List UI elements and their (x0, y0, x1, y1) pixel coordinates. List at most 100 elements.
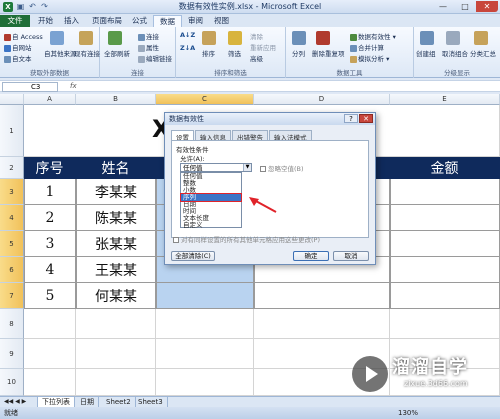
chevron-down-icon[interactable]: ▼ (243, 164, 251, 171)
name-cell[interactable]: 王某某 (76, 257, 156, 283)
data-cell-e4[interactable] (390, 205, 500, 231)
edit-links-button[interactable]: 编辑链接 (138, 53, 172, 63)
connections-button[interactable]: 连接 (138, 31, 159, 41)
remove-duplicates-button[interactable]: 删除重复项 (312, 48, 345, 58)
tab-data[interactable]: 数据 (153, 15, 182, 27)
refresh-all-button[interactable]: 全部刷新 (104, 48, 130, 58)
apply-all-checkbox[interactable]: 对有同样设置的所有其他单元格应用这些更改(P) (173, 234, 320, 244)
existing-connections-button[interactable]: 现有连接 (74, 48, 100, 58)
sheet-tab-dropdown-list[interactable]: 下拉列表 (38, 397, 75, 407)
sheet-tab-sheet3[interactable]: Sheet3 (134, 397, 168, 407)
column-header-d[interactable]: D (254, 94, 390, 105)
minimize-button[interactable]: — (432, 1, 454, 12)
seq-cell[interactable]: 4 (24, 257, 76, 283)
help-button[interactable]: ? (344, 114, 358, 123)
name-box[interactable]: C3 (2, 82, 58, 92)
ok-button[interactable]: 确定 (293, 251, 329, 261)
row-header-1[interactable]: 1 (0, 105, 24, 157)
consolidate-button[interactable]: 合并计算 (350, 42, 384, 52)
group-sort-filter: A↓Z Z↓A 排序 筛选 清除 重新应用 高级 排序和筛选 (176, 27, 286, 78)
row-header-5[interactable]: 5 (0, 231, 24, 257)
data-cell-d7[interactable] (254, 283, 390, 309)
subtotal-button[interactable]: 分类汇总 (470, 48, 496, 58)
window-controls: — □ ✕ (432, 1, 498, 12)
annotation-arrow-icon (249, 197, 277, 213)
row-header-2[interactable]: 2 (0, 157, 24, 179)
column-header-a[interactable]: A (24, 94, 76, 105)
tab-review[interactable]: 审阅 (182, 15, 209, 27)
data-cell-e6[interactable] (390, 257, 500, 283)
header-cell-name[interactable]: 姓名 (76, 157, 156, 179)
data-validation-button[interactable]: 数据有效性 ▾ (350, 31, 396, 41)
validation-icon (350, 33, 357, 41)
clear-all-button[interactable]: 全部清除(C) (171, 251, 215, 261)
seq-cell[interactable]: 1 (24, 179, 76, 205)
row-header-10[interactable]: 10 (0, 369, 24, 396)
reapply-button[interactable]: 重新应用 (250, 42, 276, 52)
allow-select[interactable]: 任何值 ▼ (180, 163, 252, 172)
row-header-4[interactable]: 4 (0, 205, 24, 231)
advanced-button[interactable]: 高级 (250, 53, 263, 63)
row-header-7[interactable]: 7 (0, 283, 24, 309)
header-cell-amount[interactable]: 金额 (390, 157, 500, 179)
filter-button[interactable]: 筛选 (228, 48, 241, 58)
from-web-button[interactable]: 自网站 (4, 42, 32, 52)
tab-file[interactable]: 文件 (0, 15, 30, 27)
from-access-button[interactable]: 自 Access (4, 31, 43, 41)
sort-desc-icon[interactable]: Z↓A (180, 44, 195, 52)
name-cell[interactable]: 李某某 (76, 179, 156, 205)
dialog-close-button[interactable]: ✕ (359, 114, 373, 123)
row-header-9[interactable]: 9 (0, 339, 24, 369)
name-cell[interactable]: 何某某 (76, 283, 156, 309)
tab-formulas[interactable]: 公式 (126, 15, 153, 27)
data-cell-e3[interactable] (390, 179, 500, 205)
group-button[interactable]: 创建组 (416, 48, 436, 58)
column-header-e[interactable]: E (390, 94, 500, 105)
column-header-b[interactable]: B (76, 94, 156, 105)
data-cell-c7[interactable] (156, 283, 254, 309)
status-bar: 就绪 130% (0, 407, 500, 419)
other-sources-icon (50, 31, 64, 45)
other-sources-button[interactable]: 自其他来源 (44, 48, 77, 58)
clear-button[interactable]: 清除 (250, 31, 263, 41)
from-text-button[interactable]: 自文本 (4, 53, 32, 63)
remove-duplicates-icon (316, 31, 330, 45)
tab-view[interactable]: 视图 (208, 15, 235, 27)
option-custom[interactable]: 自定义 (181, 222, 241, 229)
tab-home[interactable]: 开始 (32, 15, 59, 27)
what-if-button[interactable]: 模拟分析 ▾ (350, 53, 389, 63)
sheet-tab-bar: ◀◀ ◀ ▶ ▶▶ 下拉列表 日期 Sheet2 Sheet3 (0, 396, 500, 415)
row-header-6[interactable]: 6 (0, 257, 24, 283)
select-all-corner[interactable] (0, 94, 24, 105)
ungroup-button[interactable]: 取消组合 (442, 48, 468, 58)
row-header-8[interactable]: 8 (0, 309, 24, 339)
cancel-button[interactable]: 取消 (333, 251, 369, 261)
ignore-blank-checkbox[interactable]: 忽略空值(B) (260, 163, 304, 173)
name-cell[interactable]: 陈某某 (76, 205, 156, 231)
checkbox-icon (260, 166, 266, 172)
header-cell-seq[interactable]: 序号 (24, 157, 76, 179)
sheet-nav-arrows[interactable]: ◀◀ ◀ ▶ ▶▶ (0, 397, 38, 415)
text-to-columns-button[interactable]: 分列 (292, 48, 305, 58)
seq-cell[interactable]: 3 (24, 231, 76, 257)
existing-connections-icon (79, 31, 93, 45)
sort-button[interactable]: 排序 (202, 48, 215, 58)
sort-asc-icon[interactable]: A↓Z (180, 31, 195, 39)
column-header-c[interactable]: C (156, 94, 254, 105)
close-button[interactable]: ✕ (476, 1, 498, 12)
tab-page-layout[interactable]: 页面布局 (86, 15, 128, 27)
sheet-tab-date[interactable]: 日期 (76, 397, 99, 407)
properties-button[interactable]: 属性 (138, 42, 159, 52)
tab-insert[interactable]: 插入 (58, 15, 85, 27)
name-cell[interactable]: 张某某 (76, 231, 156, 257)
fx-icon[interactable]: fx (70, 82, 77, 90)
sheet-tab-sheet2[interactable]: Sheet2 (102, 397, 136, 407)
zoom-level[interactable]: 130% (398, 407, 418, 419)
seq-cell[interactable]: 2 (24, 205, 76, 231)
group-label-data-tools: 数据工具 (336, 69, 363, 77)
seq-cell[interactable]: 5 (24, 283, 76, 309)
data-cell-e5[interactable] (390, 231, 500, 257)
data-cell-e7[interactable] (390, 283, 500, 309)
row-header-3[interactable]: 3 (0, 179, 24, 205)
maximize-button[interactable]: □ (454, 1, 476, 12)
